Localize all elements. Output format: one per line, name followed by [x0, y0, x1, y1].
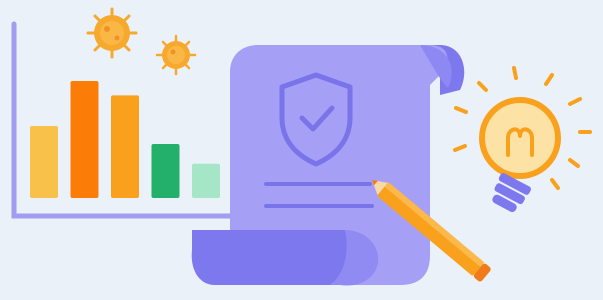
chart-bar: [30, 126, 58, 198]
chart-bar: [70, 81, 99, 198]
illustration-canvas: [0, 0, 603, 300]
chart-bar: [111, 95, 139, 198]
virus-icon: [155, 34, 197, 76]
virus-icon: [86, 7, 138, 59]
lightbulb-icon: [453, 66, 592, 213]
chart-bar: [192, 163, 220, 198]
security-document-illustration: [11, 7, 592, 286]
chart-bar: [151, 144, 180, 198]
bar-chart: [11, 21, 243, 219]
